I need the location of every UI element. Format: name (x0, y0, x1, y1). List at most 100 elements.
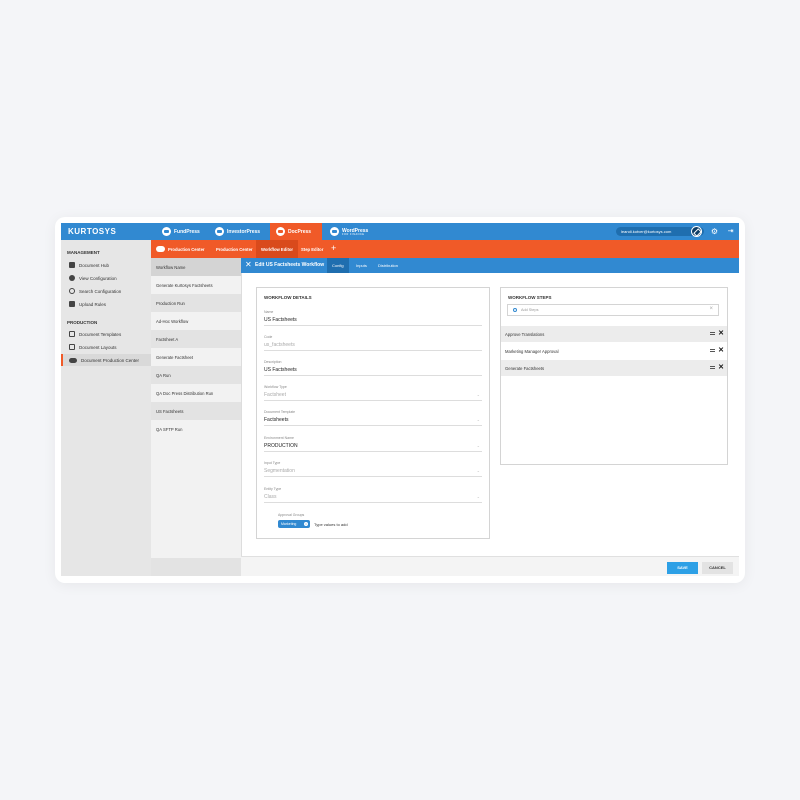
environment-name-select[interactable]: Environment Name PRODUCTION ⌄ (264, 436, 482, 456)
approval-groups-input[interactable]: Type values to add (314, 522, 348, 527)
entity-type-select[interactable]: Entity Type Class ⌄ (264, 487, 482, 507)
remove-step-icon[interactable]: ✕ (718, 363, 724, 371)
remove-step-icon[interactable]: ✕ (718, 346, 724, 354)
product-tab-docpress[interactable]: DocPress (270, 223, 322, 240)
add-steps-search[interactable]: Add Steps × (507, 304, 719, 316)
app-window: KURTOSYS FundPress InvestorPress DocPres… (61, 223, 739, 576)
chevron-down-icon: ⌄ (476, 468, 480, 473)
workflow-step-item[interactable]: Marketing Manager Approval ✕ (501, 343, 727, 359)
workflow-list-item[interactable]: Ad-Hoc Workflow (151, 312, 241, 330)
approval-group-tag[interactable]: Marketing × (278, 520, 310, 528)
chevron-down-icon: ⌄ (476, 494, 480, 499)
edit-panel-header: ✕ Edit US Factsheets Workflow Config Inp… (241, 258, 739, 273)
sidebar-item-view-configuration[interactable]: View Configuration (61, 272, 151, 284)
tab-inputs[interactable]: Inputs (351, 258, 372, 273)
workflow-steps-card: WORKFLOW STEPS Add Steps × Approve Trans… (500, 287, 728, 465)
sub-navigation: Production Center Production Center Work… (151, 240, 739, 258)
subnav-label: Production Center (216, 246, 253, 252)
drag-handle-icon[interactable] (710, 366, 715, 369)
sidebar-heading-management: MANAGEMENT (67, 250, 100, 255)
product-tab-label: InvestorPress (227, 228, 261, 235)
field-value: Segmentation (264, 468, 295, 474)
remove-step-icon[interactable]: ✕ (718, 329, 724, 337)
top-bar: KURTOSYS FundPress InvestorPress DocPres… (61, 223, 739, 240)
sidebar-item-document-hub[interactable]: Document Hub (61, 259, 151, 271)
sidebar-item-label: Search Configuration (79, 288, 122, 294)
workflow-list-item[interactable]: Generate Factsheet (151, 348, 241, 366)
workflow-list-item[interactable]: Generate Kurtosys Factsheets (151, 276, 241, 294)
save-button[interactable]: SAVE (667, 562, 698, 574)
workflow-list-item[interactable]: US Factsheets (151, 402, 241, 420)
name-field[interactable]: Name US Factsheets (264, 310, 482, 330)
subnav-workflow-editor[interactable]: Workflow Editor (256, 240, 299, 258)
gear-icon[interactable]: ⚙ (710, 227, 719, 236)
subnav-step-editor[interactable]: Step Editor (296, 240, 328, 258)
logout-icon[interactable]: ⇥ (726, 227, 735, 236)
field-label: Description (264, 360, 282, 364)
workflow-steps-title: WORKFLOW STEPS (508, 295, 552, 300)
workflow-list-item[interactable]: QA Doc Press Distribution Run (151, 384, 241, 402)
description-field[interactable]: Description US Factsheets (264, 360, 482, 380)
workflow-list-item[interactable]: Factsheet A (151, 330, 241, 348)
docpress-icon (276, 227, 285, 236)
field-label: Code (264, 335, 273, 339)
workflow-list-item[interactable]: QA Run (151, 366, 241, 384)
add-tab-plus-icon[interactable]: + (331, 243, 336, 253)
search-icon (513, 308, 517, 312)
sidebar-item-label: Document Templates (79, 331, 122, 337)
subnav-label: Step Editor (301, 246, 324, 252)
field-value: Factsheet (264, 392, 286, 398)
field-value: us_factsheets (264, 342, 295, 348)
sidebar-item-document-templates[interactable]: Document Templates (61, 328, 151, 340)
drag-handle-icon[interactable] (710, 332, 715, 335)
close-icon[interactable]: × (304, 522, 308, 526)
sidebar-heading-production: PRODUCTION (67, 320, 98, 325)
field-underline (264, 375, 482, 376)
field-value: US Factsheets (264, 367, 297, 373)
product-tab-investorpress[interactable]: InvestorPress (209, 223, 266, 240)
drag-handle-icon[interactable] (710, 349, 715, 352)
close-icon[interactable]: ✕ (245, 260, 252, 269)
sidebar-item-document-layouts[interactable]: Document Layouts (61, 341, 151, 353)
input-type-select[interactable]: Input Type Segmentation ⌄ (264, 461, 482, 481)
subnav-production-center[interactable]: Production Center (211, 240, 258, 258)
subnav-label: Workflow Editor (261, 246, 294, 252)
field-label: Document Template (264, 410, 296, 414)
wordpress-icon (330, 227, 339, 236)
tag-label: Marketing (281, 522, 297, 526)
sidebar-item-label: View Configuration (79, 275, 117, 281)
field-value: PRODUCTION (264, 443, 298, 449)
sidebar-item-label: Document Hub (79, 262, 110, 268)
brand-logo[interactable]: KURTOSYS (68, 227, 116, 236)
field-value: US Factsheets (264, 317, 297, 323)
panel-title: Edit US Factsheets Workflow (255, 262, 325, 268)
product-tab-label: FundPress (174, 228, 200, 235)
sidebar-item-search-configuration[interactable]: Search Configuration (61, 285, 151, 297)
user-avatar-icon[interactable] (691, 226, 702, 237)
field-value: Class (264, 494, 277, 500)
product-tab-wordpress[interactable]: WordPress FOR FINANCE (324, 223, 374, 240)
field-label: Environment Name (264, 436, 294, 440)
sidebar-item-upload-rules[interactable]: Upload Rules (61, 298, 151, 310)
sidebar-item-document-production-center[interactable]: Document Production Center (61, 354, 151, 366)
field-underline (264, 400, 482, 401)
sidebar: MANAGEMENT Document Hub View Configurati… (61, 240, 151, 576)
workflow-type-select[interactable]: Workflow Type Factsheet ⌄ (264, 385, 482, 405)
tab-config[interactable]: Config (327, 258, 349, 273)
sidebar-item-label: Document Production Center (81, 357, 140, 363)
cancel-button[interactable]: CANCEL (702, 562, 733, 574)
clear-icon[interactable]: × (709, 306, 713, 312)
workflow-step-item[interactable]: Approve Translations ✕ (501, 326, 727, 342)
workflow-list-header[interactable]: Workflow Name (151, 258, 241, 276)
subnav-production-center-home[interactable]: Production Center (151, 240, 210, 258)
cog-icon (69, 275, 75, 281)
workflow-step-item[interactable]: Generate Factsheets ✕ (501, 360, 727, 376)
product-tab-fundpress[interactable]: FundPress (156, 223, 206, 240)
tab-distribution[interactable]: Distribution (373, 258, 403, 273)
field-label: Input Type (264, 461, 281, 465)
code-field[interactable]: Code us_factsheets (264, 335, 482, 355)
workflow-list-item[interactable]: Production Run (151, 294, 241, 312)
product-tab-sublabel: FOR FINANCE (342, 232, 365, 236)
workflow-list-item[interactable]: QA SFTP Run (151, 420, 241, 438)
document-template-select[interactable]: Document Template Factsheets ⌄ (264, 410, 482, 430)
